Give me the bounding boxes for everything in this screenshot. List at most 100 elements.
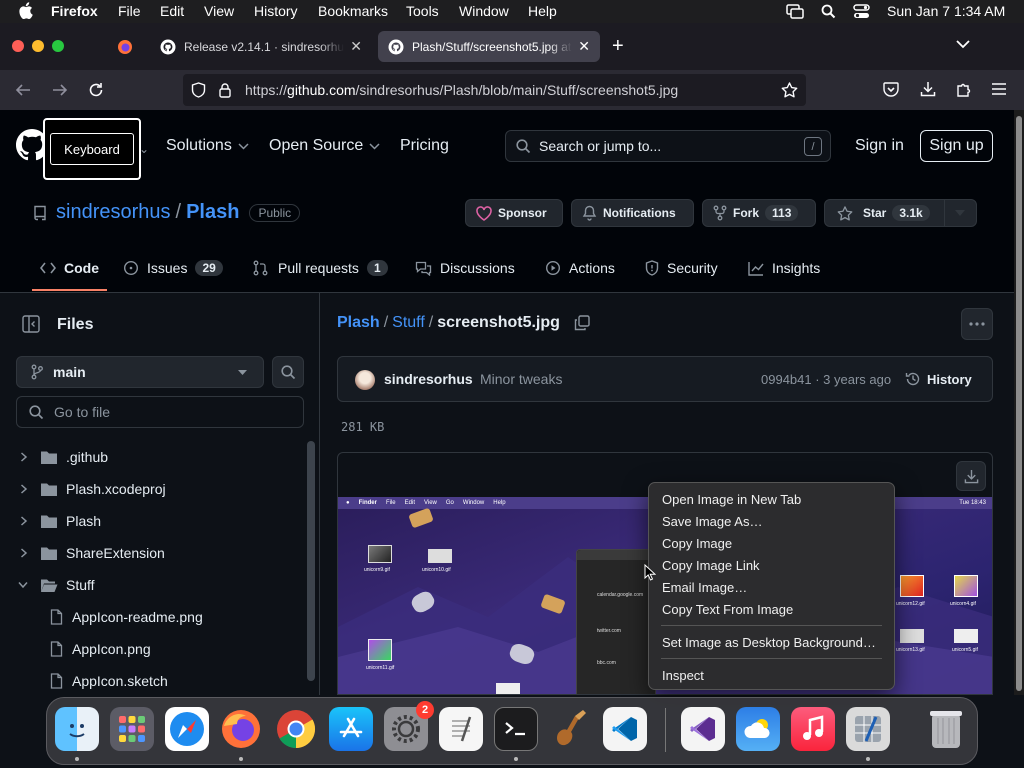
tree-item-appicon-sketch[interactable]: AppIcon.sketch: [0, 665, 310, 697]
chevron-right-icon[interactable]: [20, 548, 28, 558]
vscode-icon[interactable]: [603, 707, 647, 751]
download-raw-button[interactable]: [956, 461, 986, 491]
forward-icon[interactable]: [52, 82, 68, 98]
tab-discussions[interactable]: Discussions: [415, 260, 515, 276]
commit-meta[interactable]: 0994b41 · 3 years ago: [761, 372, 891, 387]
launchpad-icon[interactable]: [110, 707, 154, 751]
menu-window[interactable]: Window: [459, 3, 509, 19]
menu-set-desktop-background[interactable]: Set Image as Desktop Background…: [649, 631, 894, 653]
app-menu-hamburger-icon[interactable]: [992, 83, 1006, 95]
spotlight-icon[interactable]: [821, 4, 836, 19]
author-avatar[interactable]: [355, 370, 375, 390]
github-search-input[interactable]: Search or jump to... /: [505, 130, 831, 162]
menu-copy-image-link[interactable]: Copy Image Link: [649, 554, 894, 576]
tree-item-plash-folder[interactable]: Plash: [0, 505, 310, 537]
weather-icon[interactable]: [736, 707, 780, 751]
tab-release[interactable]: Release v2.14.1 · sindresorhus/Plash ✕: [150, 31, 372, 62]
chevron-right-icon[interactable]: [20, 516, 28, 526]
close-tab-icon[interactable]: ✕: [578, 38, 590, 55]
visual-studio-icon[interactable]: [681, 707, 725, 751]
go-to-file-input[interactable]: Go to file: [16, 396, 304, 428]
fork-button[interactable]: Fork 113: [702, 199, 816, 227]
sponsor-button[interactable]: Sponsor: [465, 199, 563, 227]
breadcrumb-dir-link[interactable]: Stuff: [392, 314, 425, 332]
system-settings-icon[interactable]: 2: [384, 701, 434, 751]
finder-icon[interactable]: [55, 707, 99, 751]
tab-security[interactable]: Security: [645, 260, 718, 276]
tracking-protection-icon[interactable]: [191, 82, 206, 98]
extensions-icon[interactable]: [956, 81, 972, 97]
notifications-button[interactable]: Notifications: [571, 199, 694, 227]
menubar-clock[interactable]: Sun Jan 7 1:34 AM: [887, 3, 1005, 19]
sidebar-collapse-icon[interactable]: [22, 315, 40, 333]
lock-icon[interactable]: [219, 82, 231, 98]
menu-email-image[interactable]: Email Image…: [649, 576, 894, 598]
commit-author[interactable]: sindresorhus: [384, 371, 473, 387]
tab-insights[interactable]: Insights: [748, 260, 820, 276]
tree-item-xcodeproj-folder[interactable]: Plash.xcodeproj: [0, 473, 310, 505]
screen-mirroring-icon[interactable]: [786, 4, 804, 19]
menu-help[interactable]: Help: [528, 3, 557, 19]
page-scrollbar-thumb[interactable]: [1016, 116, 1022, 691]
menu-view[interactable]: View: [204, 3, 234, 19]
chevron-right-icon[interactable]: [20, 484, 28, 494]
star-button[interactable]: Star 3.1k: [824, 199, 977, 227]
menu-edit[interactable]: Edit: [160, 3, 184, 19]
page-scrollbar[interactable]: [1014, 110, 1024, 695]
zoom-window-button[interactable]: [52, 40, 64, 52]
tab-code[interactable]: Code: [40, 260, 99, 276]
reload-icon[interactable]: [88, 82, 104, 98]
new-tab-icon[interactable]: +: [612, 35, 624, 58]
bookmark-star-icon[interactable]: [781, 82, 798, 98]
textedit-icon[interactable]: [439, 707, 483, 751]
apple-icon[interactable]: [18, 2, 33, 19]
repo-name-link[interactable]: Plash: [186, 201, 239, 224]
sign-in-link[interactable]: Sign in: [855, 137, 904, 155]
menu-bookmarks[interactable]: Bookmarks: [318, 3, 388, 19]
url-text[interactable]: https://github.com/sindresorhus/Plash/bl…: [245, 82, 678, 98]
close-tab-icon[interactable]: ✕: [350, 38, 362, 55]
tab-actions[interactable]: Actions: [545, 260, 615, 276]
sidebar-scrollbar-thumb[interactable]: [307, 441, 315, 681]
safari-icon[interactable]: [165, 707, 209, 751]
copy-path-icon[interactable]: [574, 315, 590, 331]
terminal-icon[interactable]: [494, 707, 538, 751]
chevron-down-icon[interactable]: [18, 581, 28, 589]
firefox-icon[interactable]: [219, 707, 263, 751]
url-bar[interactable]: https://github.com/sindresorhus/Plash/bl…: [183, 74, 806, 106]
nav-pricing[interactable]: Pricing: [400, 137, 449, 155]
tab-screenshot5[interactable]: Plash/Stuff/screenshot5.jpg at main · si…: [378, 31, 600, 62]
firefox-view-icon[interactable]: [117, 39, 133, 55]
downloads-icon[interactable]: [920, 81, 936, 97]
app-menu[interactable]: Firefox: [51, 3, 98, 19]
menu-copy-image[interactable]: Copy Image: [649, 532, 894, 554]
history-button[interactable]: History: [905, 371, 972, 387]
list-all-tabs-icon[interactable]: [956, 40, 970, 49]
close-window-button[interactable]: [12, 40, 24, 52]
control-center-icon[interactable]: [853, 4, 870, 19]
star-dropdown-icon[interactable]: [955, 210, 965, 216]
back-icon[interactable]: [15, 82, 31, 98]
menu-tools[interactable]: Tools: [406, 3, 439, 19]
tab-issues[interactable]: Issues 29: [123, 260, 223, 276]
script-editor-icon[interactable]: [846, 707, 890, 751]
tree-item-shareextension-folder[interactable]: ShareExtension: [0, 537, 310, 569]
pocket-icon[interactable]: [883, 82, 899, 97]
chevron-right-icon[interactable]: [20, 452, 28, 462]
tree-item-appicon-png[interactable]: AppIcon.png: [0, 633, 310, 665]
repo-owner-link[interactable]: sindresorhus: [56, 201, 171, 224]
file-search-button[interactable]: [272, 356, 304, 388]
commit-message[interactable]: Minor tweaks: [480, 371, 562, 387]
more-options-button[interactable]: [961, 308, 993, 340]
minimize-window-button[interactable]: [32, 40, 44, 52]
menu-inspect[interactable]: Inspect: [649, 664, 894, 686]
menu-file[interactable]: File: [118, 3, 141, 19]
menu-history[interactable]: History: [254, 3, 298, 19]
breadcrumb-repo-link[interactable]: Plash: [337, 314, 380, 332]
music-icon[interactable]: [791, 707, 835, 751]
menu-copy-text-from-image[interactable]: Copy Text From Image: [649, 598, 894, 620]
tree-item-github-folder[interactable]: .github: [0, 441, 310, 473]
trash-icon[interactable]: [924, 707, 968, 751]
menu-save-image-as[interactable]: Save Image As…: [649, 510, 894, 532]
tree-item-stuff-folder[interactable]: Stuff: [0, 569, 310, 601]
